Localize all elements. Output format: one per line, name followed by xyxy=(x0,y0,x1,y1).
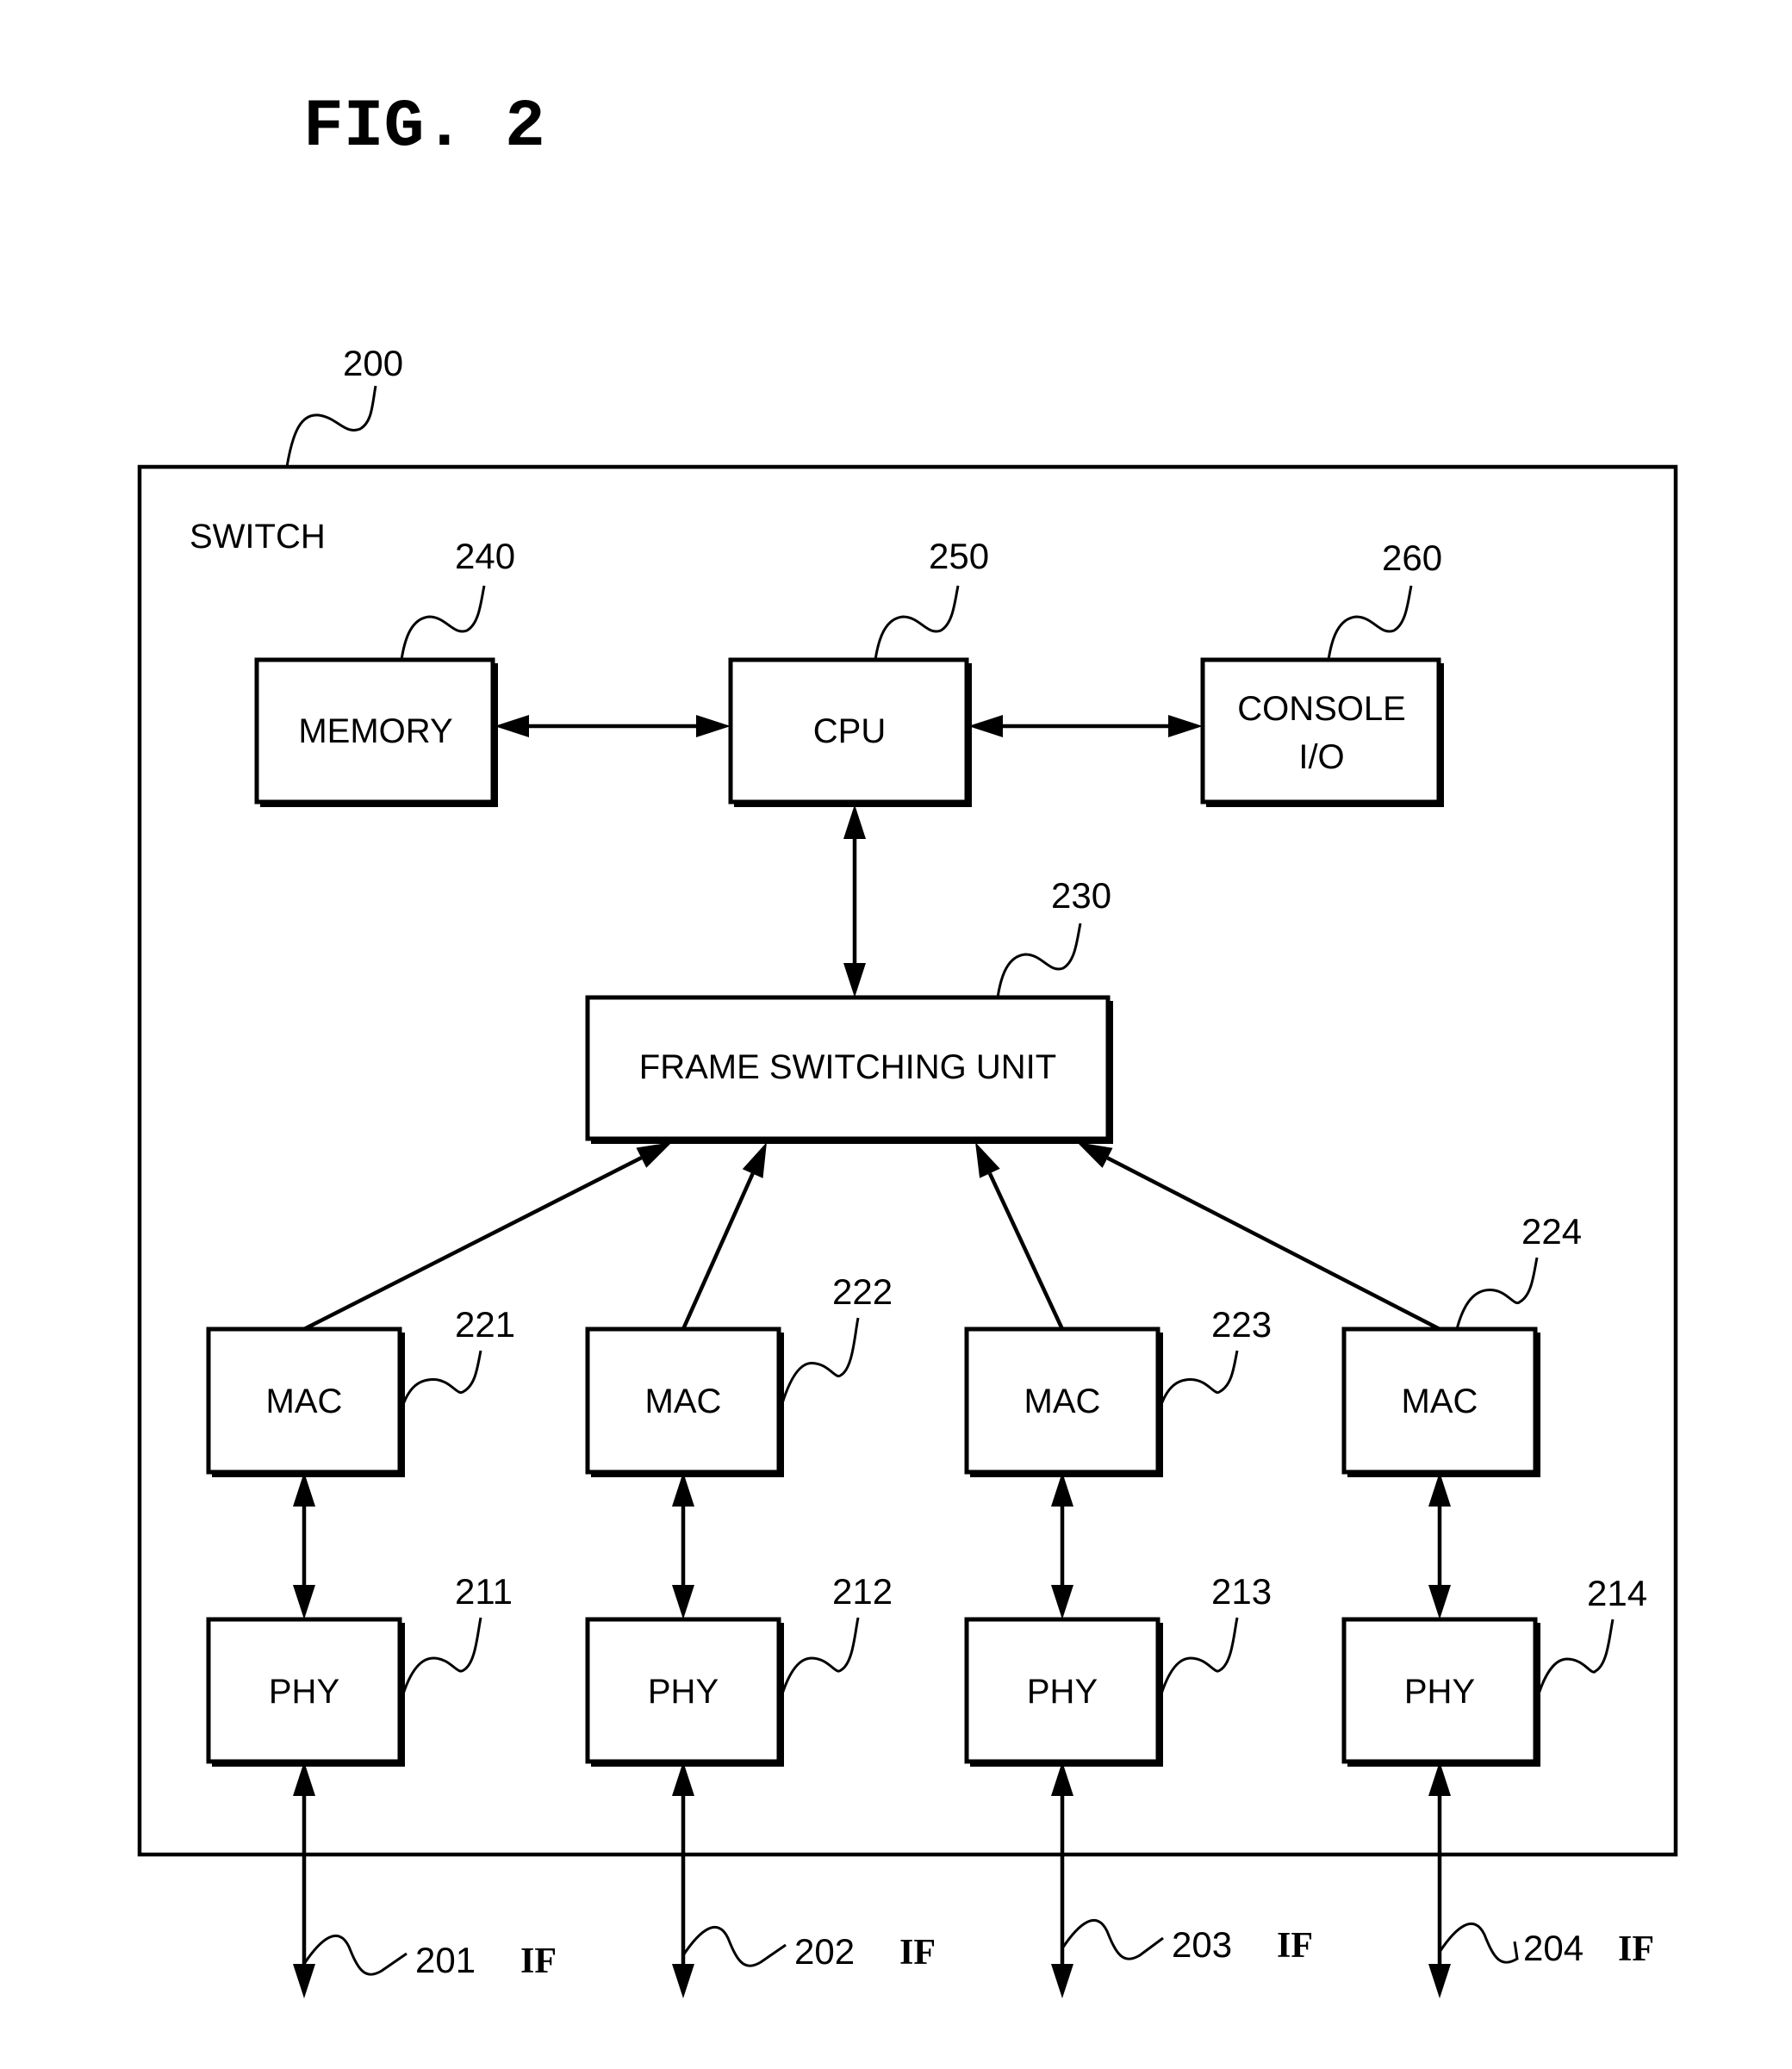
mac-label: MAC xyxy=(645,1382,722,1420)
ref-212: 212 xyxy=(832,1571,893,1612)
ref-222: 222 xyxy=(832,1271,893,1312)
mac-label: MAC xyxy=(1402,1382,1478,1420)
ref-240: 240 xyxy=(455,536,515,576)
leader-204 xyxy=(1438,1923,1519,1964)
phy-block-214: PHY xyxy=(1341,1617,1540,1767)
memory-block: MEMORY xyxy=(254,657,498,807)
mac-label: MAC xyxy=(1024,1382,1101,1420)
mac-block-223: MAC xyxy=(964,1327,1163,1477)
phy-label: PHY xyxy=(1027,1673,1098,1711)
ref-203: 203 xyxy=(1172,1924,1232,1965)
ref-200: 200 xyxy=(343,343,403,383)
console-label-line1: CONSOLE xyxy=(1237,690,1406,728)
ref-211: 211 xyxy=(455,1571,513,1612)
ref-204: 204 xyxy=(1523,1928,1584,1968)
phy-block-212: PHY xyxy=(585,1617,784,1767)
ref-202: 202 xyxy=(794,1931,855,1972)
phy-label: PHY xyxy=(1404,1673,1475,1711)
phy-label: PHY xyxy=(269,1673,339,1711)
interface-201: 201 IF xyxy=(302,1935,557,1981)
switch-label: SWITCH xyxy=(190,518,326,556)
ref-201: 201 xyxy=(415,1940,476,1980)
ref-221: 221 xyxy=(455,1304,515,1345)
ref-213: 213 xyxy=(1211,1571,1272,1612)
interface-204: 204 IF xyxy=(1438,1923,1654,1969)
console-label-line2: I/O xyxy=(1298,738,1344,776)
ref-224: 224 xyxy=(1521,1211,1582,1252)
ref-260: 260 xyxy=(1382,537,1442,578)
interface-label: IF xyxy=(1277,1926,1313,1966)
interface-label: IF xyxy=(520,1942,557,1981)
ref-214: 214 xyxy=(1587,1573,1647,1613)
leader-203 xyxy=(1061,1919,1164,1960)
mac-block-224: MAC xyxy=(1341,1327,1540,1477)
frame-switching-unit-block: FRAME SWITCHING UNIT xyxy=(585,995,1113,1144)
mac-block-222: MAC xyxy=(585,1327,784,1477)
interface-label: IF xyxy=(1618,1929,1654,1969)
phy-label: PHY xyxy=(648,1673,719,1711)
fsu-label: FRAME SWITCHING UNIT xyxy=(639,1048,1056,1086)
memory-label: MEMORY xyxy=(298,712,452,750)
mac-label: MAC xyxy=(266,1382,343,1420)
cpu-label: CPU xyxy=(813,712,886,750)
interface-203: 203 IF xyxy=(1061,1919,1313,1966)
console-io-block: CONSOLE I/O xyxy=(1200,657,1444,807)
leader-202 xyxy=(681,1926,787,1967)
phy-block-213: PHY xyxy=(964,1617,1163,1767)
phy-block-211: PHY xyxy=(206,1617,405,1767)
ref-223: 223 xyxy=(1211,1304,1272,1345)
figure-title: FIG. 2 xyxy=(303,90,545,165)
ref-250: 250 xyxy=(929,536,989,576)
mac-block-221: MAC xyxy=(206,1327,405,1477)
block-diagram: FIG. 2 200 SWITCH MEMORY 240 CPU 250 CON… xyxy=(137,90,1678,1998)
cpu-block: CPU xyxy=(728,657,972,807)
interface-label: IF xyxy=(899,1933,936,1973)
leader-200 xyxy=(285,385,377,468)
ref-230: 230 xyxy=(1051,875,1111,916)
interface-202: 202 IF xyxy=(681,1926,936,1973)
leader-201 xyxy=(302,1935,408,1976)
